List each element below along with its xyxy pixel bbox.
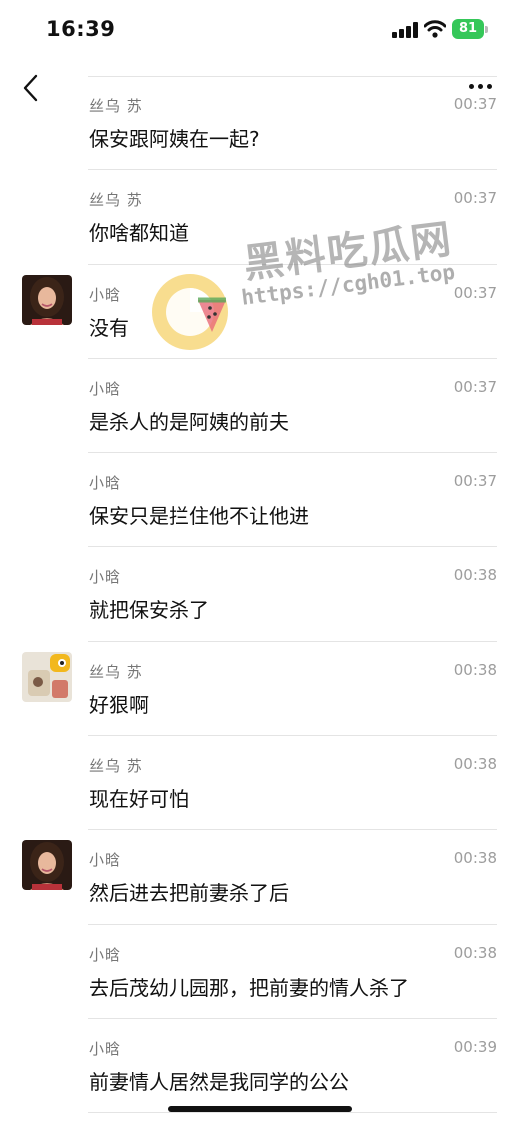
message-row[interactable]: 丝乌 苏 00:37 保安跟阿姨在一起? [0,76,519,171]
message-sender: 丝乌 苏 [89,97,143,115]
message-text: 现在好可怕 [89,787,189,812]
message-sender: 丝乌 苏 [89,662,143,681]
message-time: 00:37 [453,472,497,491]
message-sender: 小晗 [89,1039,122,1058]
battery-icon: 81 [452,19,484,39]
message-time: 00:37 [453,377,497,396]
message-row[interactable]: 丝乌 苏 00:38 现在好可怕 [0,736,519,831]
message-text: 保安只是拦住他不让他进 [89,504,309,529]
status-time: 16:39 [46,17,116,41]
message-sender: 小晗 [89,379,122,398]
message-text: 你啥都知道 [89,221,189,246]
message-text: 前妻情人居然是我同学的公公 [89,1069,349,1094]
message-sender: 小晗 [89,285,122,304]
message-row[interactable]: 丝乌 苏 00:38 好狠啊 [0,642,519,737]
message-text: 保安跟阿姨在一起? [89,127,260,151]
message-sender: 小晗 [89,474,122,493]
message-time: 00:38 [453,755,497,774]
message-time: 00:38 [453,566,497,585]
avatar[interactable] [22,840,72,891]
message-time: 00:38 [453,943,497,962]
signal-icon [392,22,418,38]
message-text: 是杀人的是阿姨的前夫 [89,409,289,434]
status-bar: 16:39 81 [0,0,519,60]
message-sender: 丝乌 苏 [89,757,143,776]
message-time: 00:38 [453,660,497,679]
message-row[interactable]: 小晗 00:39 前妻情人居然是我同学的公公 [0,1019,519,1114]
message-row[interactable]: 小晗 00:38 去后茂幼儿园那，把前妻的情人杀了 [0,925,519,1019]
message-row[interactable]: 小晗 00:38 然后进去把前妻杀了后 [0,830,519,925]
message-text: 去后茂幼儿园那，把前妻的情人杀了 [89,975,409,1000]
message-sender: 小晗 [89,568,122,587]
message-text: 好狠啊 [89,692,149,717]
message-time: 00:37 [453,189,497,208]
message-time: 00:38 [453,849,497,868]
divider [88,1112,497,1114]
battery-tip [485,26,488,33]
message-row[interactable]: 小晗 00:37 是杀人的是阿姨的前夫 [0,359,519,454]
message-text: 就把保安杀了 [89,598,209,623]
message-row[interactable]: 小晗 00:37 没有 [0,265,519,359]
message-text: 然后进去把前妻杀了后 [89,881,289,906]
home-indicator[interactable] [168,1106,352,1112]
message-time: 00:39 [453,1037,497,1056]
message-time: 00:37 [453,283,497,302]
message-time: 00:37 [453,95,497,113]
wifi-icon [424,20,446,38]
avatar[interactable] [22,651,72,702]
message-row[interactable]: 小晗 00:38 就把保安杀了 [0,547,519,642]
message-text: 没有 [89,315,129,340]
message-row[interactable]: 丝乌 苏 00:37 你啥都知道 [0,170,519,265]
message-row[interactable]: 小晗 00:37 保安只是拦住他不让他进 [0,453,519,548]
message-sender: 小晗 [89,851,122,870]
message-sender: 丝乌 苏 [89,191,143,210]
avatar[interactable] [22,274,72,325]
message-sender: 小晗 [89,945,122,964]
message-list: 丝乌 苏 00:37 保安跟阿姨在一起? 丝乌 苏 00:37 你啥都知道小晗 00:37 没… [0,76,519,1114]
